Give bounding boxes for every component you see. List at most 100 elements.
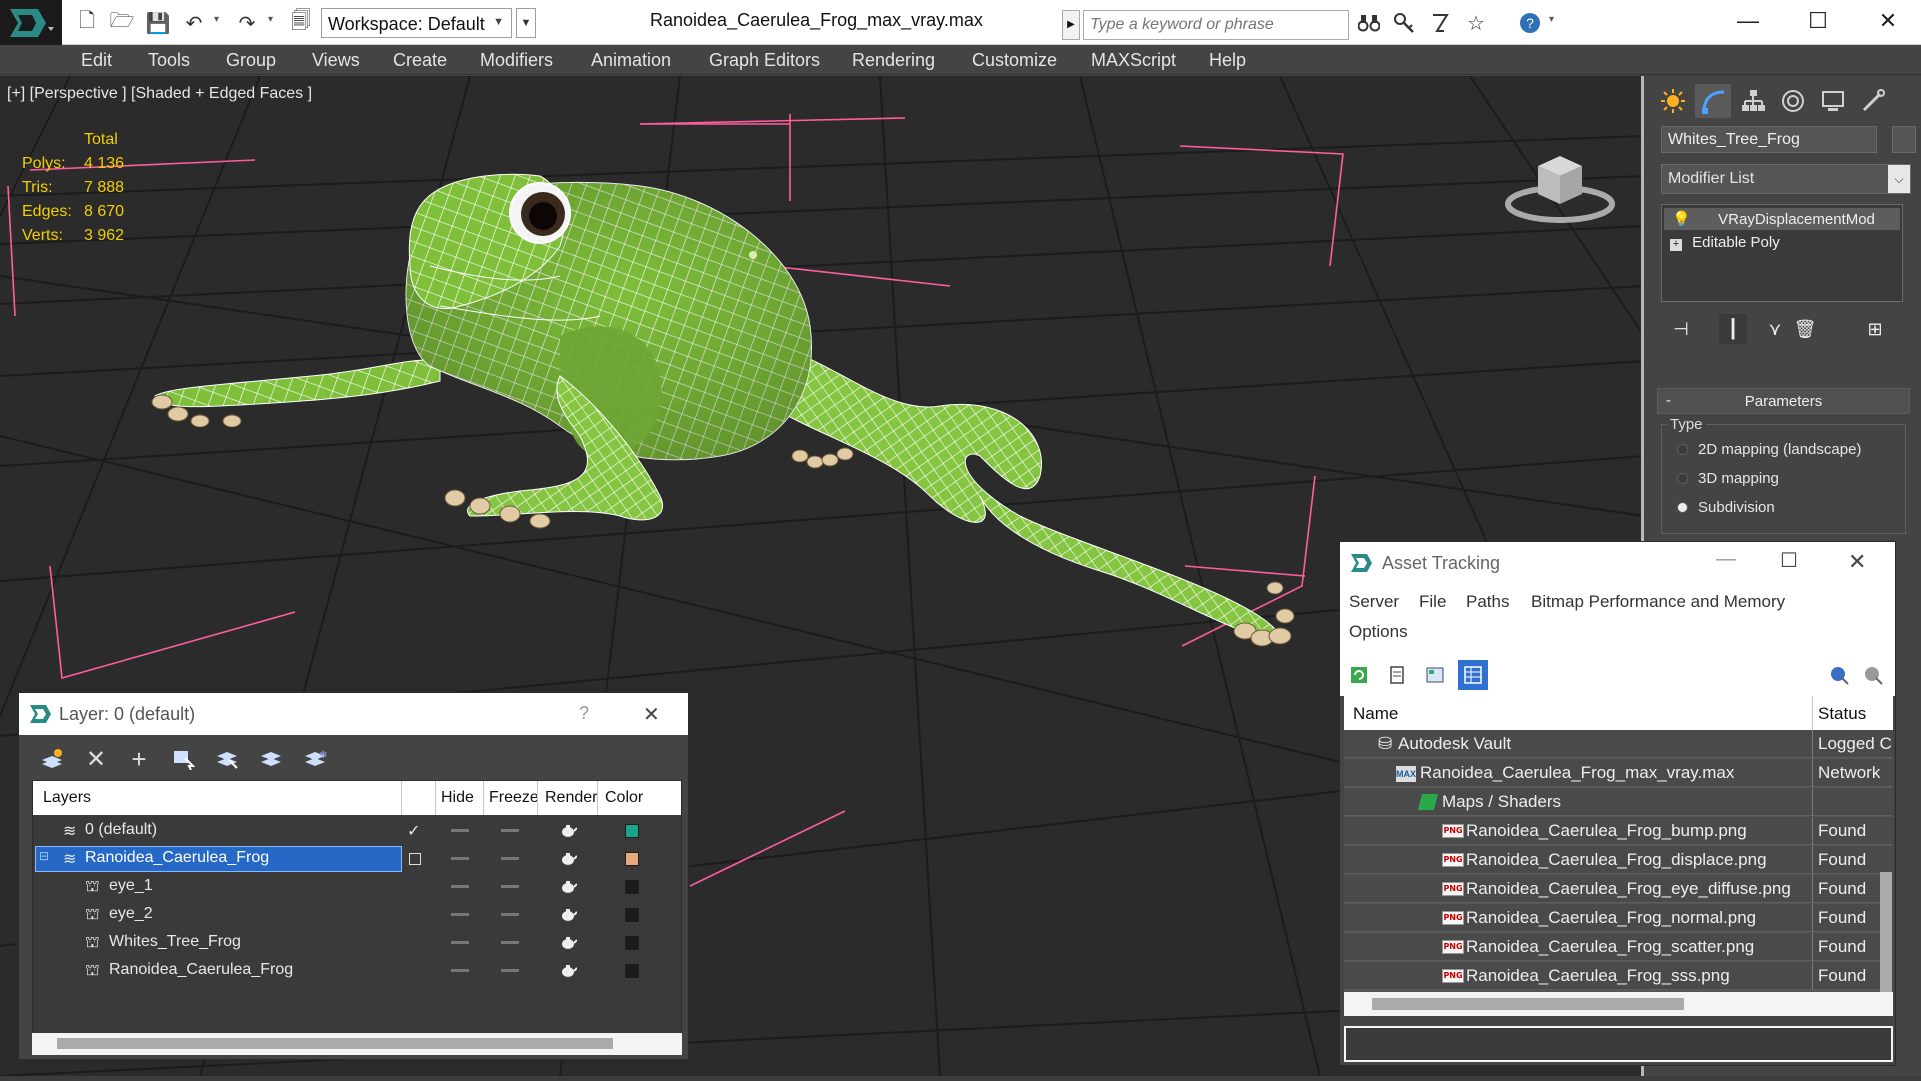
highlight-selected-layer-icon[interactable] [211,743,243,775]
asset-vertical-scrollbar[interactable] [1880,872,1892,998]
display-tab-icon[interactable] [1815,84,1851,118]
object-row[interactable]: ⛫ eye_1 [33,873,681,901]
minimize-button[interactable]: — [1716,548,1736,571]
help-icon[interactable]: ? [1517,10,1543,36]
project-folder-icon[interactable]: 🗐 [288,10,314,36]
asset-menu-paths[interactable]: Paths [1466,592,1509,612]
table-view-icon[interactable] [1458,660,1488,690]
layer-color-swatch[interactable] [625,852,639,866]
communication-icon[interactable] [1427,10,1453,36]
object-color-swatch[interactable] [625,964,639,978]
render-teapot-icon[interactable] [559,823,577,838]
active-layer-check-icon[interactable]: ✓ [407,821,420,841]
motion-tab-icon[interactable] [1775,84,1811,118]
redo-dropdown-icon[interactable]: ▾ [268,14,273,25]
asset-row[interactable]: ⛁ Autodesk Vault Logged C [1344,730,1893,758]
layer-color-swatch[interactable] [625,824,639,838]
asset-row[interactable]: PNG Ranoidea_Caerulea_Frog_displace.png … [1344,846,1893,874]
column-layers[interactable]: Layers [43,789,91,807]
save-icon[interactable]: 💾 [145,10,171,36]
menu-graph-editors[interactable]: Graph Editors [709,50,820,71]
freeze-toggle[interactable] [501,885,519,888]
close-button[interactable]: ✕ [1853,0,1921,42]
asset-row[interactable]: PNG Ranoidea_Caerulea_Frog_scatter.png F… [1344,933,1893,961]
star-icon[interactable]: ☆ [1463,10,1489,36]
list-view-icon[interactable] [1382,660,1412,690]
freeze-toggle[interactable] [501,913,519,916]
vault-logout-icon[interactable] [1858,660,1888,690]
render-teapot-icon[interactable] [559,907,577,922]
menu-customize[interactable]: Customize [972,50,1057,71]
hide-toggle[interactable] [451,885,469,888]
column-freeze[interactable]: Freeze [489,789,539,807]
close-button[interactable]: ✕ [643,702,660,727]
refresh-icon[interactable] [1344,660,1374,690]
expand-plus-icon[interactable]: + [1670,239,1682,251]
redo-icon[interactable]: ↷ [234,10,260,36]
menu-rendering[interactable]: Rendering [852,50,935,71]
render-teapot-icon[interactable] [559,963,577,978]
column-status[interactable]: Status [1818,704,1866,724]
hide-toggle[interactable] [451,829,469,832]
help-button[interactable]: ? [579,703,589,724]
menu-create[interactable]: Create [393,50,447,71]
parameters-rollout-header[interactable]: - Parameters [1657,388,1910,414]
menu-maxscript[interactable]: MAXScript [1091,50,1176,71]
set-active-box[interactable] [409,853,421,865]
menu-animation[interactable]: Animation [591,50,671,71]
menu-tools[interactable]: Tools [148,50,190,71]
maximize-button[interactable]: ☐ [1783,0,1853,42]
hierarchy-tab-icon[interactable] [1735,84,1771,118]
workspace-selector[interactable]: Workspace: Default ▼ [321,8,512,38]
binoculars-icon[interactable] [1356,10,1382,36]
select-objects-in-layer-icon[interactable] [167,743,199,775]
menu-modifiers[interactable]: Modifiers [480,50,553,71]
remove-modifier-icon[interactable]: 🗑 [1791,314,1819,344]
column-hide[interactable]: Hide [441,789,474,807]
hide-all-layers-icon[interactable] [255,743,287,775]
key-icon[interactable] [1391,10,1417,36]
render-teapot-icon[interactable] [559,879,577,894]
freeze-toggle[interactable] [501,857,519,860]
radio-subdivision[interactable]: Subdivision [1677,499,1775,516]
modifier-list-dropdown[interactable]: Modifier List ⌵ [1661,164,1911,194]
minimize-button[interactable]: — [1713,0,1783,42]
menu-views[interactable]: Views [312,50,360,71]
object-row[interactable]: ⛫ eye_2 [33,901,681,929]
stack-item-vraydisplacementmod[interactable]: 💡 VRayDisplacementMod [1664,208,1900,230]
layer-row[interactable]: ⊟ ≋ Ranoidea_Caerulea_Frog [33,845,681,873]
layer-horizontal-scrollbar[interactable] [57,1038,613,1049]
asset-row[interactable]: PNG Ranoidea_Caerulea_Frog_eye_diffuse.p… [1344,875,1893,903]
configure-modifier-sets-icon[interactable]: ⊞ [1861,314,1889,344]
close-button[interactable]: ✕ [1848,549,1866,575]
new-file-icon[interactable]: 🗋 [74,10,100,36]
freeze-toggle[interactable] [501,829,519,832]
asset-row[interactable]: MAX Ranoidea_Caerulea_Frog_max_vray.max … [1344,759,1893,787]
stack-item-editable-poly[interactable]: + Editable Poly [1664,232,1900,254]
asset-window-titlebar[interactable]: Asset Tracking — ☐ ✕ [1340,542,1895,584]
object-name-field[interactable]: Whites_Tree_Frog [1661,126,1877,153]
freeze-toggle[interactable] [501,969,519,972]
menu-edit[interactable]: Edit [81,50,112,71]
hide-toggle[interactable] [451,857,469,860]
object-color-swatch[interactable] [625,936,639,950]
layer-window-titlebar[interactable]: Layer: 0 (default) ? ✕ [19,693,688,735]
pin-stack-icon[interactable]: ⊣ [1667,314,1695,344]
help-dropdown-icon[interactable]: ▾ [1549,14,1554,25]
utilities-tab-icon[interactable] [1855,84,1891,118]
open-file-icon[interactable]: 🗁 [109,10,135,36]
undo-icon[interactable]: ↶ [181,10,207,36]
asset-row[interactable]: PNG Ranoidea_Caerulea_Frog_bump.png Foun… [1344,817,1893,845]
asset-menu-server[interactable]: Server [1349,592,1399,612]
app-menu-button[interactable] [0,0,62,45]
column-render[interactable]: Render [545,789,597,807]
hide-toggle[interactable] [451,969,469,972]
vault-login-icon[interactable] [1824,660,1854,690]
column-name[interactable]: Name [1353,704,1398,724]
object-color-swatch[interactable] [1892,126,1916,153]
freeze-all-layers-icon[interactable]: ❄ [299,743,331,775]
render-teapot-icon[interactable] [559,851,577,866]
viewport-label[interactable]: [+] [Perspective ] [Shaded + Edged Faces… [7,85,312,103]
asset-menu-file[interactable]: File [1419,592,1446,612]
hide-toggle[interactable] [451,941,469,944]
